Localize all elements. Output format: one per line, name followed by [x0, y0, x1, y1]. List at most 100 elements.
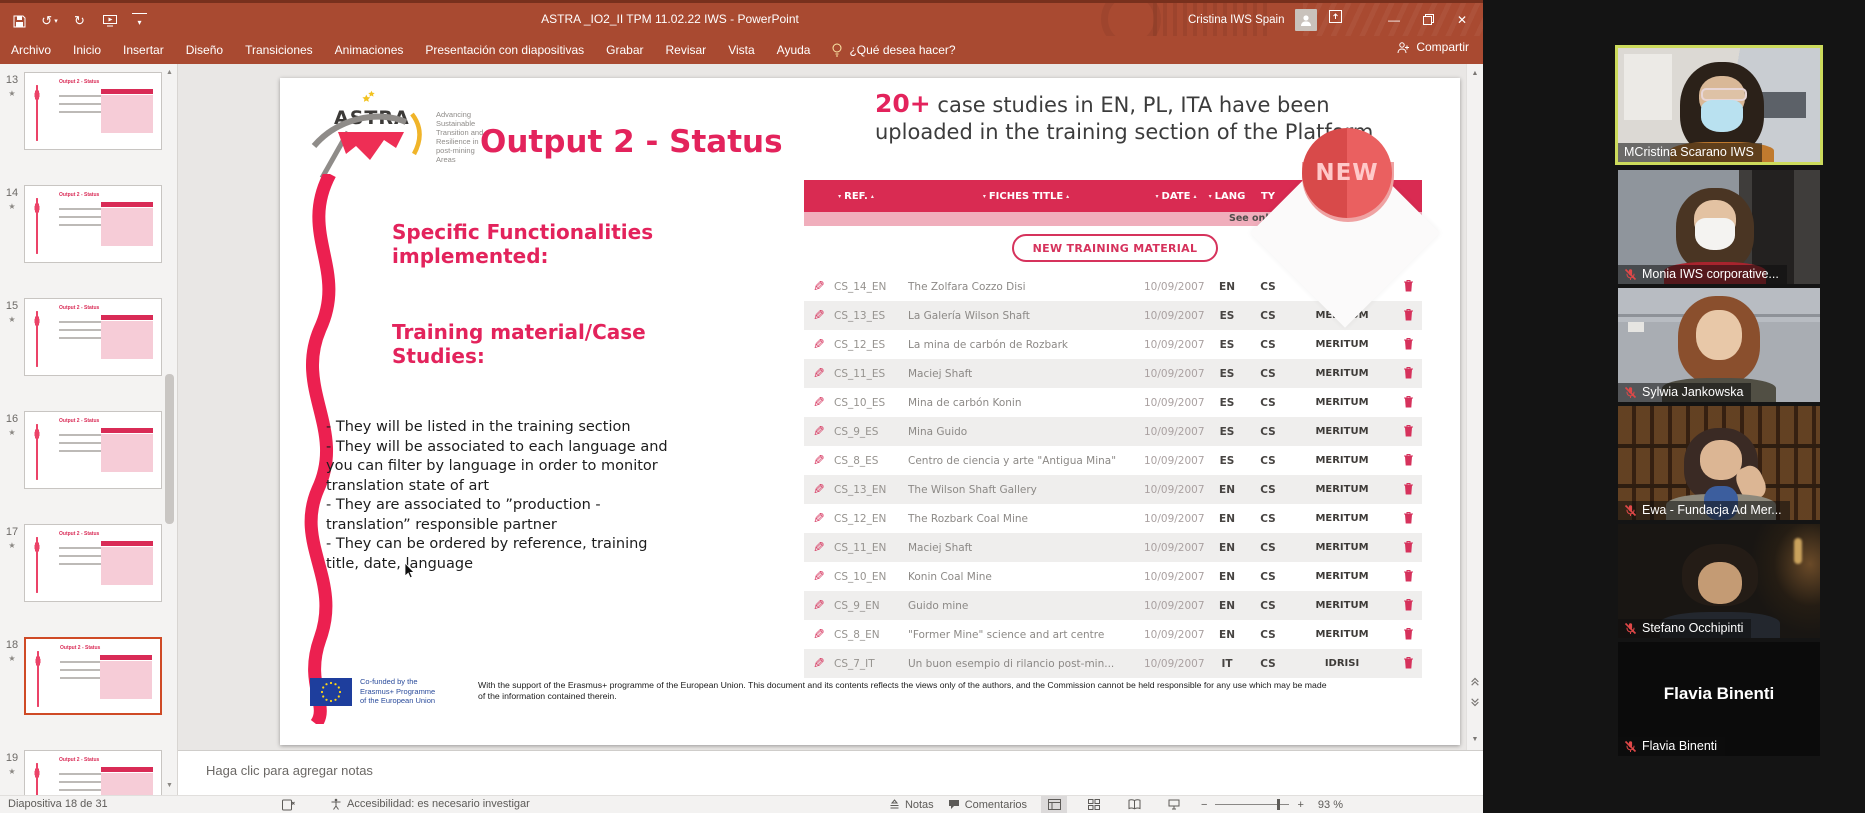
cell-ref: CS_10_EN — [834, 571, 908, 583]
thumbnail-preview[interactable]: Output 2 - Status — [24, 750, 162, 795]
slide-18[interactable]: ASTRA Advancing Sustainable Transition a… — [280, 78, 1460, 745]
tab-ayuda[interactable]: Ayuda — [766, 36, 822, 64]
thumbnail-preview[interactable]: Output 2 - Status — [24, 411, 162, 489]
zoom-level: 93 % — [1318, 799, 1343, 811]
zoom-slider-thumb[interactable] — [1277, 799, 1280, 810]
tab-revisar[interactable]: Revisar — [655, 36, 718, 64]
window-title: ASTRA _IO2_II TPM 11.02.22 IWS - PowerPo… — [330, 3, 1010, 36]
cell-title: Maciej Shaft — [908, 542, 1144, 554]
scroll-up-icon[interactable]: ▲ — [1467, 66, 1483, 81]
slide-thumbnail[interactable]: 14 ★ Output 2 - Status — [0, 185, 164, 264]
share-button[interactable]: Compartir — [1397, 40, 1469, 54]
cell-date: 10/09/2007 — [1144, 513, 1208, 525]
table-header: ▾REF.▴ ▾FICHES TITLE▴ ▾DATE▴ ▾LANG TY — [804, 180, 1422, 212]
notes-panel[interactable]: Haga clic para agregar notas — [178, 750, 1483, 795]
tab-diseno[interactable]: Diseño — [175, 36, 234, 64]
zoom-out-button[interactable]: − — [1201, 799, 1207, 811]
powerpoint-window: ↺▾ ↻ ▾ ASTRA _IO2_II TPM 11.02.22 IWS - … — [0, 0, 1483, 813]
slide-sorter-view-button[interactable] — [1081, 796, 1107, 813]
accessibility-status[interactable]: Accesibilidad: es necesario investigar — [330, 798, 530, 810]
participant-tile-ewa[interactable]: Ewa - Fundacja Ad Mer... — [1618, 406, 1820, 520]
tab-archivo[interactable]: Archivo — [0, 36, 62, 64]
participant-tile-stefano[interactable]: Stefano Occhipinti — [1618, 524, 1820, 638]
new-training-material-button: NEW TRAINING MATERIAL — [1012, 234, 1218, 262]
ribbon-display-options-icon[interactable] — [1328, 9, 1343, 29]
thumbnail-preview[interactable]: Output 2 - Status — [24, 72, 162, 150]
animation-star-icon: ★ — [0, 89, 24, 98]
participant-tile-flavia[interactable]: Flavia Binenti Flavia Binenti — [1618, 642, 1820, 756]
cell-date: 10/09/2007 — [1144, 455, 1208, 467]
notes-placeholder: Haga clic para agregar notas — [206, 763, 373, 778]
previous-slide-button[interactable] — [1467, 676, 1483, 691]
cell-type: CS — [1246, 629, 1290, 641]
scroll-down-icon[interactable]: ▼ — [1467, 732, 1483, 747]
avatar[interactable] — [1295, 9, 1317, 31]
slide-thumbnail[interactable]: 15 ★ Output 2 - Status — [0, 298, 164, 377]
thumbnail-preview[interactable]: Output 2 - Status — [24, 298, 162, 376]
notes-toggle[interactable]: Notas — [889, 799, 934, 811]
comments-toggle[interactable]: Comentarios — [948, 799, 1027, 811]
restore-button[interactable] — [1411, 3, 1445, 36]
undo-icon[interactable]: ↺▾ — [42, 14, 57, 29]
tab-transiciones[interactable]: Transiciones — [234, 36, 324, 64]
filter-band: See only: — [804, 212, 1422, 226]
slide-thumbnail[interactable]: 18 ★ Output 2 - Status — [0, 637, 164, 716]
tell-me-search[interactable]: ¿Qué desea hacer? — [821, 43, 965, 57]
edit-pencil-icon: ✎ — [813, 308, 825, 324]
cell-partner: MERITUM — [1290, 600, 1394, 611]
thumbnail-preview[interactable]: Output 2 - Status — [24, 185, 162, 263]
cell-ref: CS_11_ES — [834, 368, 908, 380]
delete-trash-icon — [1403, 482, 1414, 495]
cell-lang: ES — [1208, 426, 1246, 438]
table-row: ✎ CS_14_EN The Zolfara Cozzo Disi 10/09/… — [804, 272, 1422, 301]
tab-vista[interactable]: Vista — [717, 36, 765, 64]
edit-pencil-icon: ✎ — [813, 395, 825, 411]
account-info[interactable]: Cristina IWS Spain — [1188, 3, 1317, 36]
close-button[interactable]: ✕ — [1445, 3, 1479, 36]
cell-ref: CS_11_EN — [834, 542, 908, 554]
edit-pencil-icon: ✎ — [813, 598, 825, 614]
tab-inicio[interactable]: Inicio — [62, 36, 112, 64]
muted-mic-icon — [1624, 740, 1637, 753]
participant-tile-sylwia[interactable]: Sylwia Jankowska — [1618, 288, 1820, 402]
tab-grabar[interactable]: Grabar — [595, 36, 654, 64]
cell-title: Konin Coal Mine — [908, 571, 1144, 583]
tab-animaciones[interactable]: Animaciones — [324, 36, 415, 64]
tab-insertar[interactable]: Insertar — [112, 36, 175, 64]
thumbnail-preview[interactable]: Output 2 - Status — [24, 524, 162, 602]
table-row: ✎ CS_12_EN The Rozbark Coal Mine 10/09/2… — [804, 504, 1422, 533]
slideshow-icon[interactable] — [102, 14, 117, 29]
minimize-button[interactable]: — — [1377, 3, 1411, 36]
cell-title: "Former Mine" science and art centre — [908, 629, 1144, 641]
slide-thumbnail[interactable]: 19 ★ Output 2 - Status — [0, 750, 164, 795]
heading-training: Training material/Case Studies: — [392, 320, 646, 368]
normal-view-button[interactable] — [1041, 796, 1067, 813]
participant-tile-mcristina[interactable]: MCristina Scarano IWS — [1618, 48, 1820, 162]
slide-thumbnail[interactable]: 17 ★ Output 2 - Status — [0, 524, 164, 603]
scroll-up-icon[interactable]: ▲ — [163, 66, 176, 80]
ribbon-graphic — [33, 311, 41, 367]
scroll-down-icon[interactable]: ▼ — [163, 779, 176, 793]
table-row: ✎ CS_13_ES La Galería Wilson Shaft 10/09… — [804, 301, 1422, 330]
thumbnail-preview[interactable]: Output 2 - Status — [24, 637, 162, 715]
reading-view-button[interactable] — [1121, 796, 1147, 813]
cell-date: 10/09/2007 — [1144, 629, 1208, 641]
edit-pencil-icon: ✎ — [813, 424, 825, 440]
slideshow-view-button[interactable] — [1161, 796, 1187, 813]
slide-scrollbar[interactable]: ▲ ▼ — [1466, 64, 1483, 750]
next-slide-button[interactable] — [1467, 698, 1483, 713]
customize-quick-access-icon[interactable]: ▾ — [132, 13, 147, 30]
thumbnail-scrollbar[interactable]: ▲ ▼ — [163, 64, 176, 795]
redo-icon[interactable]: ↻ — [72, 14, 87, 29]
slide-thumbnail[interactable]: 13 ★ Output 2 - Status — [0, 72, 164, 151]
save-icon[interactable] — [12, 14, 27, 29]
slide-number: 19 — [6, 752, 18, 764]
tab-presentacion[interactable]: Presentación con diapositivas — [414, 36, 595, 64]
scroll-thumb[interactable] — [165, 374, 174, 524]
zoom-in-button[interactable]: + — [1297, 799, 1303, 811]
spellcheck-icon[interactable] — [282, 799, 295, 813]
participant-tile-monia[interactable]: Monia IWS corporative... — [1618, 170, 1820, 284]
slide-thumbnail[interactable]: 16 ★ Output 2 - Status — [0, 411, 164, 490]
zoom-slider[interactable] — [1215, 804, 1289, 805]
cell-date: 10/09/2007 — [1144, 658, 1208, 670]
